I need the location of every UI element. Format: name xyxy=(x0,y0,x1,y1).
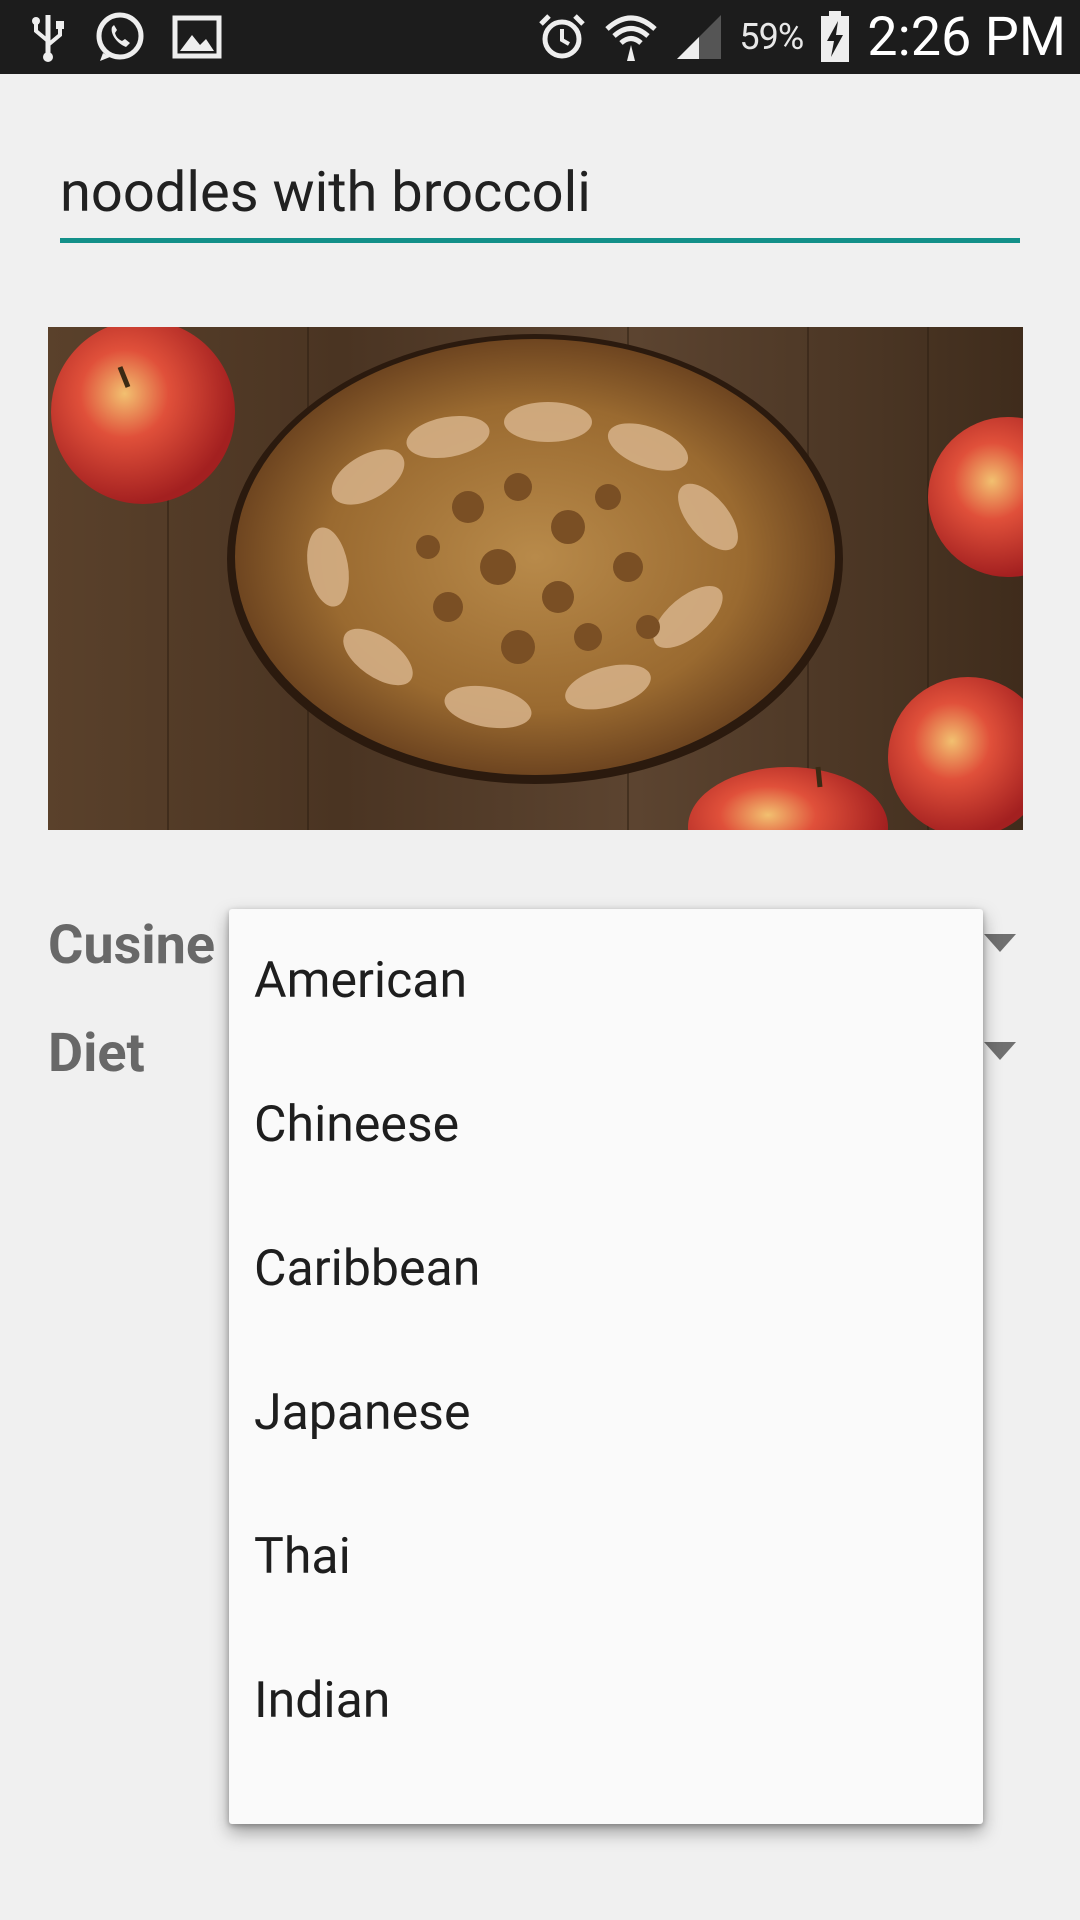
cuisine-label: Cusine xyxy=(48,914,216,977)
signal-icon xyxy=(675,13,723,61)
search-underline xyxy=(60,238,1020,243)
cuisine-option-caribbean[interactable]: Caribbean xyxy=(229,1197,983,1341)
whatsapp-icon xyxy=(94,11,146,63)
cuisine-option-indian[interactable]: Indian xyxy=(229,1629,983,1773)
cuisine-option-chineese[interactable]: Chineese xyxy=(229,1053,983,1197)
diet-dropdown-arrow-icon[interactable] xyxy=(984,1042,1016,1060)
clock-time: 2:26 PM xyxy=(867,5,1066,69)
status-bar-right: 59% 2:26 PM xyxy=(537,5,1066,69)
status-bar-left xyxy=(28,10,222,64)
cuisine-dropdown-arrow-icon[interactable] xyxy=(984,934,1016,952)
alarm-icon xyxy=(537,12,587,62)
battery-percent: 59% xyxy=(739,16,804,58)
diet-label: Diet xyxy=(48,1022,145,1085)
recipe-image xyxy=(48,327,1023,830)
cuisine-options-list: American Chineese Caribbean Japanese Tha… xyxy=(229,909,983,1773)
cuisine-option-thai[interactable]: Thai xyxy=(229,1485,983,1629)
usb-icon xyxy=(28,11,68,63)
battery-charging-icon xyxy=(819,11,851,63)
recipe-search-input[interactable] xyxy=(60,146,1020,238)
status-bar: 59% 2:26 PM xyxy=(0,0,1080,74)
cuisine-option-japanese[interactable]: Japanese xyxy=(229,1341,983,1485)
recipe-search-field xyxy=(60,146,1020,244)
cuisine-dropdown-menu: American Chineese Caribbean Japanese Tha… xyxy=(229,909,983,1824)
wifi-icon xyxy=(603,11,659,63)
cuisine-option-american[interactable]: American xyxy=(229,909,983,1053)
image-icon xyxy=(172,15,222,59)
